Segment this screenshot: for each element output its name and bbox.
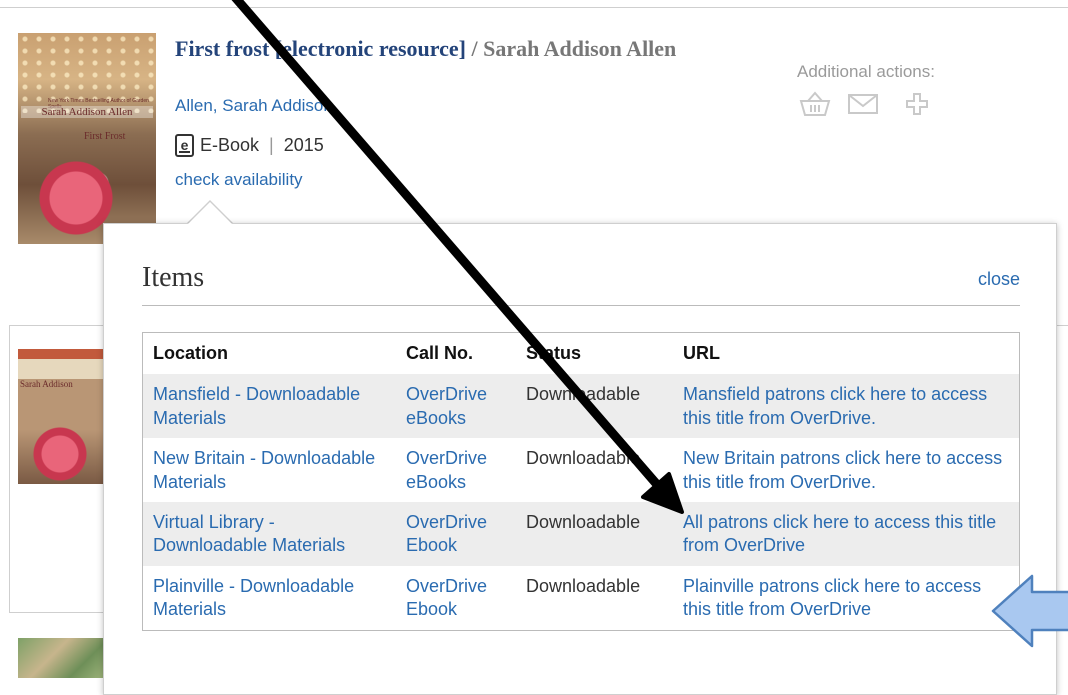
cover-author-text: Sarah Addison Allen [21,106,153,118]
publication-year: 2015 [283,134,324,155]
table-row: Mansfield - Downloadable Materials OverD… [142,374,1020,439]
items-table: Location Call No. Status URL Mansfield -… [142,332,1020,631]
table-header-row: Location Call No. Status URL [143,333,1020,375]
book-cover-result-3[interactable] [18,638,108,678]
top-divider [0,7,1068,8]
url-link[interactable]: Mansfield patrons click here to access t… [673,374,1020,439]
book-cover-first-frost[interactable]: New York Times Bestselling Author of Gar… [18,33,156,244]
result-title-link[interactable]: First frost [electronic resource] [175,36,466,61]
table-row: Virtual Library - Downloadable Materials… [142,501,1020,566]
format-row: e E-Book | 2015 [175,131,324,159]
location-link[interactable]: New Britain - Downloadable Materials [143,438,397,502]
location-link[interactable]: Mansfield - Downloadable Materials [142,374,396,439]
url-link[interactable]: New Britain patrons click here to access… [673,438,1020,502]
plus-icon[interactable] [903,91,931,117]
result-title: First frost [electronic resource] / Sara… [175,37,695,60]
status-text: Downloadable [526,448,641,469]
ebook-icon: e [175,133,194,157]
table-row: New Britain - Downloadable Materials Ove… [143,438,1020,502]
call-no-link[interactable]: OverDrive eBooks [396,438,516,502]
envelope-icon[interactable] [846,91,880,117]
status-text: Downloadable [516,374,673,439]
location-link[interactable]: Virtual Library - Downloadable Materials [142,501,396,566]
check-availability-link[interactable]: check availability [175,170,303,190]
call-no-link[interactable]: OverDrive Ebook [396,566,516,630]
call-no-link[interactable]: OverDrive Ebook [396,501,516,566]
column-header-call-no: Call No. [406,343,474,363]
additional-actions-label: Additional actions: [797,62,935,81]
url-link[interactable]: Plainville patrons click here to access … [673,566,1020,630]
location-link[interactable]: Plainville - Downloadable Materials [143,566,397,630]
column-header-url: URL [683,343,720,363]
title-separator: / [465,36,484,61]
author-link[interactable]: Allen, Sarah Addison. [175,96,338,116]
basket-icon[interactable] [797,91,833,117]
column-header-location: Location [153,343,228,363]
popup-title: Items [142,262,205,293]
status-text: Downloadable [526,575,641,596]
format-label: E-Book [200,134,260,155]
popup-caret [187,202,233,225]
popup-divider [142,305,1020,306]
title-author: Sarah Addison Allen [483,36,677,61]
column-header-status: Status [526,343,582,363]
status-text: Downloadable [516,501,673,566]
popup-close-link[interactable]: close [978,269,1020,290]
format-separator: | [269,134,274,155]
items-popup: Items close Location Call No. Status URL… [103,223,1057,695]
call-no-link[interactable]: OverDrive eBooks [396,374,516,439]
url-link[interactable]: All patrons click here to access this ti… [673,501,1020,566]
table-row: Plainville - Downloadable Materials Over… [143,566,1020,630]
cover-title-text: First Frost [84,131,126,142]
book-cover-result-2[interactable]: Sarah Addison [18,349,108,484]
cover-2-author-text: Sarah Addison [20,379,73,389]
